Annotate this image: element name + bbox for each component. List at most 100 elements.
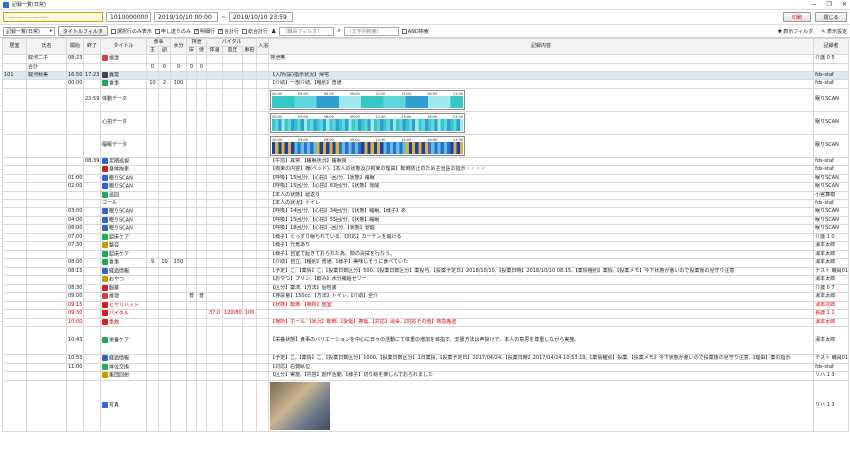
cell-content: 【拘束の内容】柵(ベッド),【本人の状態及び拘束の理由】転倒防止のため主治医の指… bbox=[268, 165, 815, 175]
date-from-field[interactable]: 2019/10/10 00:00 bbox=[154, 12, 218, 22]
cell-stool bbox=[196, 354, 208, 364]
table-row[interactable]: 合計 0 0 0 0 0 bbox=[2, 62, 850, 72]
checkbox-grand-total[interactable]: 総合計行 bbox=[241, 28, 268, 35]
table-row[interactable]: 駿河二子 08:23 排泄 排泄無 介護 0 5 bbox=[2, 54, 850, 64]
col-bath[interactable]: 入浴 bbox=[256, 38, 270, 55]
cell-recorder: 眠りSCAN bbox=[813, 87, 850, 112]
cell-start-text: 01:00 bbox=[68, 174, 83, 181]
col-room[interactable]: 居室 bbox=[2, 38, 27, 55]
checkbox-total-rows[interactable]: 合計行 bbox=[217, 28, 239, 35]
col-pulse[interactable]: 脈拍 bbox=[242, 46, 258, 55]
title-filter-button[interactable]: タイトルフィルタ bbox=[58, 26, 108, 36]
table-row[interactable]: 02:00 眠りSCAN 【呼吸】15回/分,【心拍】63回/分,【状態】覚醒 眠りS… bbox=[2, 182, 850, 192]
close-icon[interactable]: ✕ bbox=[842, 1, 847, 8]
table-row[interactable]: コール 【本人の状況】トイレ fds-staf bbox=[2, 199, 850, 208]
table-row[interactable]: 101 駿河秋美 16:50 17:23 異常 【入所(尿)指示状況】帰宅 fds-staf bbox=[2, 70, 850, 80]
col-end[interactable]: 終了 bbox=[83, 38, 101, 55]
table-row[interactable]: 10:43 栄養ケア 【栄養状態】食事のバリエーションを中心に日々の活動にて体重の増… bbox=[2, 326, 850, 355]
activity-photo[interactable] bbox=[270, 381, 331, 430]
view-select[interactable]: 記録一覧(日常) ▾ bbox=[3, 26, 55, 36]
table-row[interactable]: 03:00 眠りSCAN 【呼吸】14回/分,【心拍】34回/分,【状態】睡眠,【様… bbox=[2, 207, 850, 217]
cell-temp bbox=[206, 156, 224, 166]
table-row[interactable]: 08:15 経過情報 【予定】こ,【薬情】こ,【投薬日数区分】500,【投薬日数区分… bbox=[2, 266, 850, 276]
cell-bp bbox=[222, 317, 244, 327]
facility-code-field[interactable]: 1010000000 bbox=[106, 12, 151, 22]
table-row[interactable]: 23:59 体動データ 00:00 03:00 06:00 09:00 12:00 15:00… bbox=[2, 87, 850, 112]
table-row[interactable]: 07:30 整容 【様子】元気あり 湯本太郎 bbox=[2, 241, 850, 251]
table-row[interactable]: 09:15 ヒヤリハット 【状態】転倒,【場所】居室 湯本次郎 bbox=[2, 300, 850, 310]
cell-urine: 普 bbox=[186, 292, 198, 302]
cell-urine bbox=[186, 182, 198, 192]
cell-temp bbox=[206, 241, 224, 251]
table-row[interactable]: 起床ケア 【様子】自室で起きておられた為、顔の清拭を行なう。 湯本太郎 bbox=[2, 249, 850, 259]
table-row[interactable]: 08:00 食事 9 10 150 【介助】自立,【種別】普通,【様子】美味しそうに食べて… bbox=[2, 258, 850, 268]
col-water[interactable]: 水分 bbox=[170, 38, 188, 55]
cell-end bbox=[83, 215, 101, 225]
table-row[interactable]: 09:30 バイタル 37.0 120/80 100 看護 1 1 bbox=[2, 309, 850, 319]
col-start[interactable]: 開始 bbox=[66, 38, 84, 55]
date-to-field[interactable]: 2019/10/10 23:59 bbox=[229, 12, 294, 22]
checkbox-handover-only[interactable]: 申し送りのみ bbox=[154, 28, 191, 35]
col-title[interactable]: タイトル bbox=[100, 38, 147, 55]
display-filter-link[interactable]: ▼ 表示フィルタ bbox=[778, 28, 813, 35]
cell-content-text: 【午前】異常,【睡眠状況】睡眠良 bbox=[270, 157, 347, 164]
view-select-value: 記録一覧(日常) bbox=[6, 28, 40, 35]
cell-recorder: 介護 1 0 bbox=[813, 232, 850, 242]
cell-bp-text: 120/80 bbox=[224, 310, 242, 317]
col-stool[interactable]: 便 bbox=[196, 46, 208, 55]
cell-name bbox=[26, 249, 67, 259]
table-row[interactable]: 08:39 定期巡視 【午前】異常,【睡眠状況】睡眠良 fds-staf bbox=[2, 156, 850, 166]
cell-start-text: 06:00 bbox=[68, 225, 83, 232]
table-row[interactable]: 身体拘束 【拘束の内容】柵(ベッド),【本人の状態及び拘束の理由】転倒防止のため主… bbox=[2, 165, 850, 175]
col-recorder[interactable]: 記録者 bbox=[813, 38, 850, 55]
cell-stool bbox=[196, 309, 208, 319]
col-urine[interactable]: 尿 bbox=[186, 46, 198, 55]
cell-start-text: 04:00 bbox=[68, 216, 83, 223]
cell-title: 事故 bbox=[100, 317, 147, 327]
col-content[interactable]: 記録内容 bbox=[268, 38, 815, 55]
table-row[interactable]: 07:00 起床ケア 【様子】ぐっすり眠られている,【対応】カーテンを開ける 介護 1… bbox=[2, 232, 850, 242]
table-row[interactable]: 巡回 【本人の状態】寝返り 小宮舞樹 bbox=[2, 190, 850, 200]
checkbox-and-search[interactable]: AND検索 bbox=[401, 28, 429, 35]
cell-start-text: 02:00 bbox=[68, 183, 83, 190]
cell-temp bbox=[206, 62, 224, 72]
facility-field[interactable]: …………………… bbox=[3, 12, 103, 22]
cell-title-text: 排泄 bbox=[109, 55, 120, 62]
col-main[interactable]: 主 bbox=[146, 46, 159, 55]
cell-recorder-text: fds-staf bbox=[815, 363, 834, 370]
table-row[interactable]: 集団回想 【区分】実施,【内容】創作活動,【様子】切り絵を楽しんでおられました リハ… bbox=[2, 371, 850, 381]
cell-end bbox=[83, 199, 101, 208]
table-row[interactable]: 11:00 体位交換 【対応】右側臥位 fds-staf bbox=[2, 362, 850, 372]
cell-content-text: 【区分】実施,【内容】創作活動,【様子】切り絵を楽しんでおられました bbox=[270, 372, 433, 379]
table-row[interactable]: 09:00 排泄 普普 【排尿量】150cc,【方法】トイレ,【介助】全介 湯本太郎 bbox=[2, 292, 850, 302]
table-row[interactable]: 00:00 食事 10 2 100 【介助】一部介助,【種別】普通 fds-staf bbox=[2, 79, 850, 89]
cell-urine bbox=[186, 54, 198, 64]
minimize-icon[interactable]: — bbox=[811, 1, 817, 8]
col-bp[interactable]: 血圧 bbox=[222, 46, 244, 55]
table-row[interactable]: 写真 リハ 1 3 bbox=[2, 379, 850, 432]
staff-filter-input[interactable]: （職員フィルタ） bbox=[279, 26, 335, 36]
table-row[interactable]: 睡眠データ 00:00 03:00 06:00 09:00 12:00 15:00 18:00… bbox=[2, 133, 850, 158]
table-row[interactable]: おやつ 【おやつ】プリン,【飲み】水分補給ゼリー 湯本太郎 bbox=[2, 275, 850, 285]
print-button[interactable]: 印刷 bbox=[783, 12, 811, 22]
col-name[interactable]: 氏名 bbox=[26, 38, 67, 55]
maximize-icon[interactable]: ❐ bbox=[827, 1, 832, 8]
table-row[interactable]: 04:00 眠りSCAN 【呼吸】15回/分,【心拍】55回/分,【状態】睡眠 眠りS… bbox=[2, 215, 850, 225]
table-row[interactable]: 08:30 服薬 【区分】薬済,【方法】個包装 介護 0 7 bbox=[2, 283, 850, 293]
search-icon[interactable]: ⌕ bbox=[337, 27, 340, 35]
table-row[interactable]: 10:00 事故 【場所】ホール,【状況】転倒,【受傷】擦傷,【対応】消毒,【対応そ… bbox=[2, 317, 850, 327]
close-button[interactable]: 閉じる bbox=[815, 12, 847, 22]
display-settings-link[interactable]: ✎ 表示設定 bbox=[821, 28, 847, 35]
checkbox-detail-rows[interactable]: 明細行 bbox=[193, 28, 215, 35]
checkbox-selected-only[interactable]: 選択行のみ表示 bbox=[110, 28, 152, 35]
table-row[interactable]: 01:00 眠りSCAN 【呼吸】15回/分,【心拍】-回/分,【状態】睡眠 眠りSC… bbox=[2, 173, 850, 183]
table-row[interactable]: 10:53 経過情報 【予定】こ,【薬情】こ,【投薬日数区分】1000,【投薬日数区… bbox=[2, 354, 850, 364]
col-temp[interactable]: 体温 bbox=[206, 46, 224, 55]
table-row[interactable]: 心拍データ 00:00 03:00 06:00 09:00 12:00 15:00 18:00… bbox=[2, 110, 850, 135]
cell-bath bbox=[256, 224, 270, 234]
cell-water bbox=[170, 173, 188, 183]
text-search-input[interactable]: （文字列検索） bbox=[343, 26, 399, 36]
cell-title-text: 整容 bbox=[109, 242, 120, 249]
col-side[interactable]: 副 bbox=[157, 46, 172, 55]
table-row[interactable]: 06:00 眠りSCAN 【呼吸】18回/分,【心拍】-回/分,【状態】覚醒 眠りSC… bbox=[2, 224, 850, 234]
